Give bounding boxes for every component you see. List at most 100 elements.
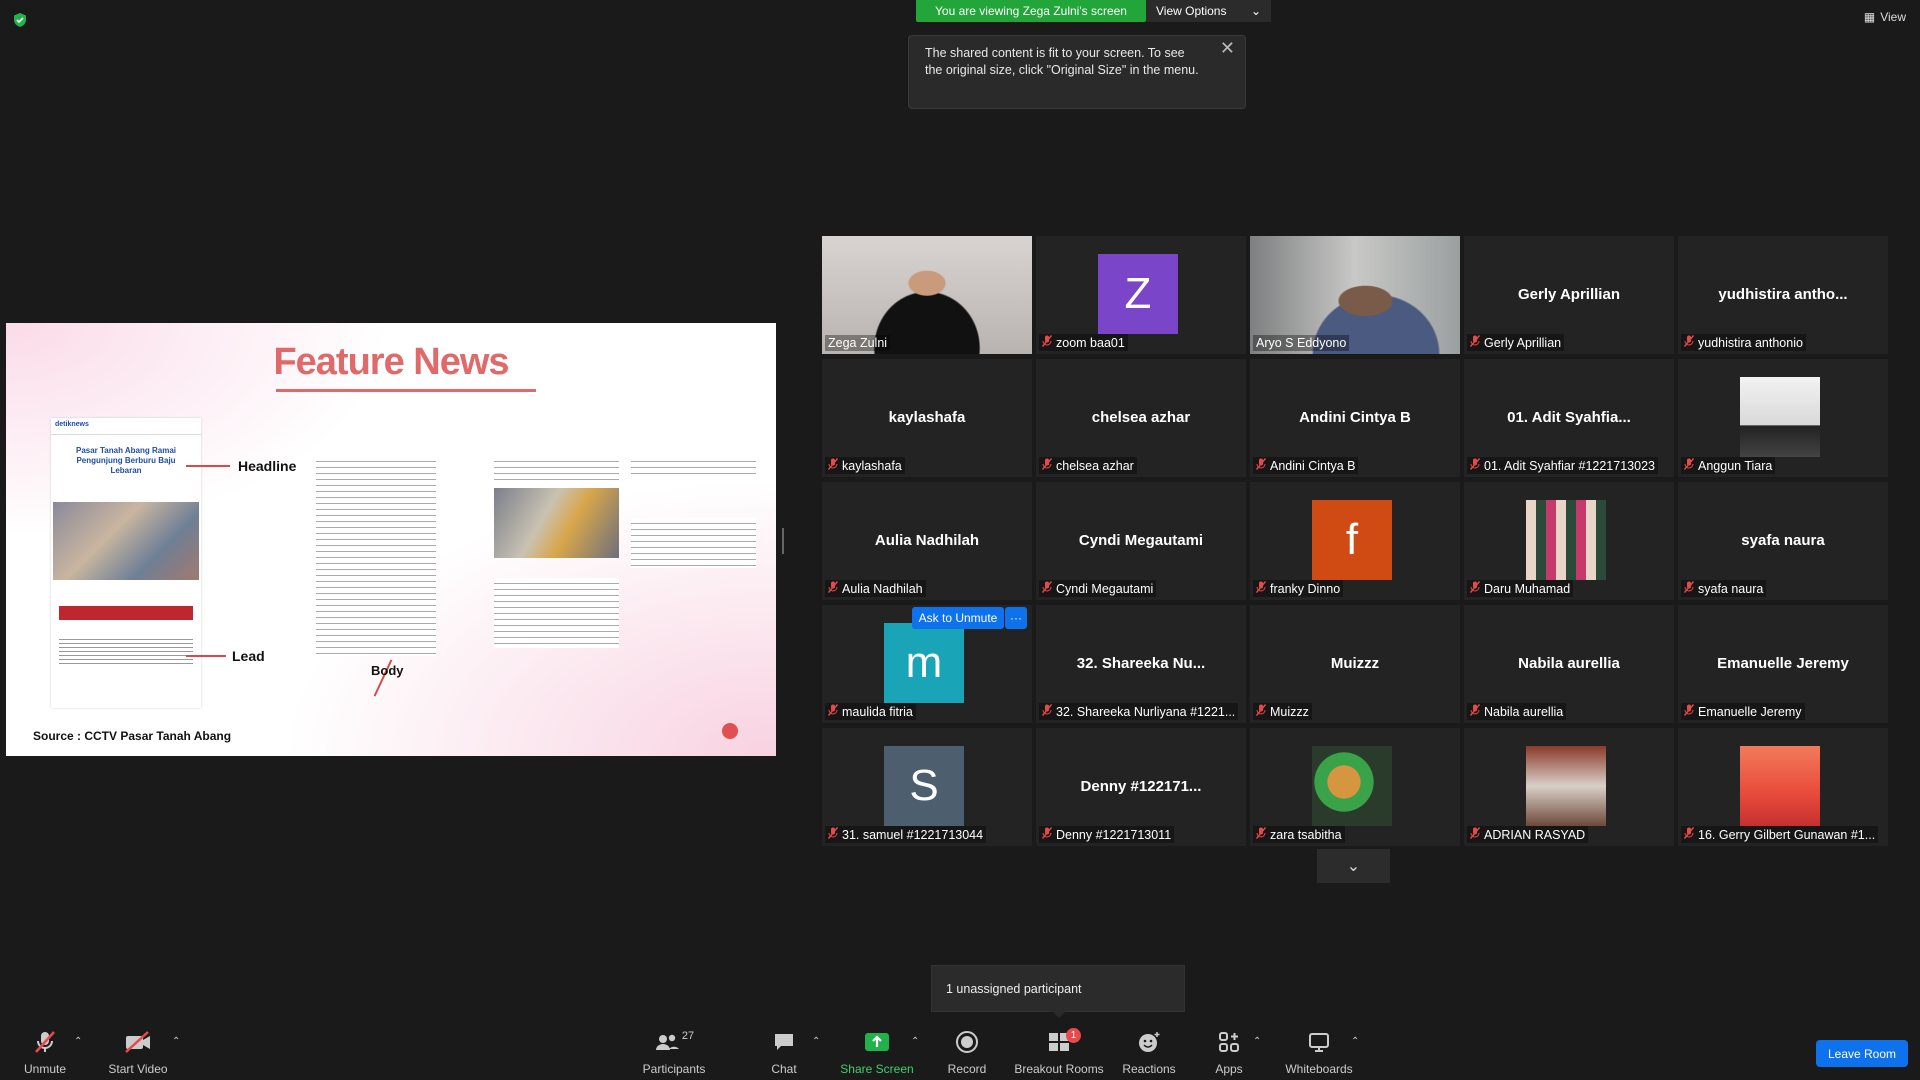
participant-tile[interactable]: S 31. samuel #1221713044 [822, 728, 1032, 846]
participant-name: syafa naura [1698, 581, 1764, 596]
participant-name-label: 32. Shareeka Nurliyana #1221... [1039, 703, 1239, 720]
article-brand: detiknews [55, 421, 89, 428]
muted-mic-icon [1683, 581, 1695, 596]
profile-picture [1526, 746, 1606, 826]
participant-display-name: Nabila aurellia [1518, 655, 1620, 672]
participants-label: Participants [642, 1062, 706, 1076]
participant-name-label: zara tsabitha [1253, 826, 1345, 843]
record-label: Record [947, 1062, 987, 1076]
participant-tile[interactable]: Aryo S Eddyono [1250, 236, 1460, 354]
whiteboards-caret-icon[interactable]: ⌃ [1351, 1036, 1359, 1047]
next-page-button[interactable]: ⌄ [1317, 849, 1390, 883]
participant-name-label: ADRIAN RASYAD [1467, 826, 1589, 843]
article-body-col3 [631, 518, 756, 568]
participant-tile[interactable]: Cyndi Megautami Cyndi Megautami [1036, 482, 1246, 600]
participant-tile[interactable]: ADRIAN RASYAD [1464, 728, 1674, 846]
participant-tile[interactable]: syafa naura syafa naura [1678, 482, 1888, 600]
fit-screen-tooltip: The shared content is fit to your screen… [908, 35, 1246, 109]
unassigned-text: 1 unassigned participant [946, 981, 1082, 996]
label-body: Body [371, 663, 404, 678]
participant-tile[interactable]: zara tsabitha [1250, 728, 1460, 846]
participants-button[interactable]: 27 Participants [629, 1030, 719, 1076]
participant-name: Denny #1221713011 [1056, 827, 1172, 842]
participant-name-label: yudhistira anthonio [1681, 334, 1806, 351]
participant-name-label: Emanuelle Jeremy [1681, 703, 1805, 720]
view-button[interactable]: ▦ View [1864, 10, 1906, 24]
participant-name-label: 31. samuel #1221713044 [825, 826, 987, 843]
participant-tile[interactable]: 16. Gerry Gilbert Gunawan #1... [1678, 728, 1888, 846]
start-video-button[interactable]: Start Video [93, 1030, 183, 1076]
participant-name-label: Nabila aurellia [1467, 703, 1567, 720]
muted-mic-icon [827, 581, 839, 596]
share-screen-label: Share Screen [840, 1062, 914, 1076]
participant-tile[interactable]: Anggun Tiara [1678, 359, 1888, 477]
chat-caret-icon[interactable]: ⌃ [812, 1036, 820, 1047]
participants-count: 27 [681, 1030, 695, 1042]
participant-name: Anggun Tiara [1698, 458, 1773, 473]
next-slide-icon [722, 723, 738, 739]
article-title: Pasar Tanah Abang Ramai Pengunjung Berbu… [75, 446, 177, 475]
reactions-button[interactable]: Reactions [1104, 1030, 1194, 1076]
participant-name: Zega Zulni [828, 336, 888, 350]
participant-tile[interactable]: Daru Muhamad [1464, 482, 1674, 600]
participant-tile[interactable]: Denny #122171... Denny #1221713011 [1036, 728, 1246, 846]
participant-name: ADRIAN RASYAD [1484, 827, 1586, 842]
participant-tile[interactable]: yudhistira antho... yudhistira anthonio [1678, 236, 1888, 354]
unmute-label: Unmute [23, 1062, 67, 1076]
slide-source: Source : CCTV Pasar Tanah Abang [33, 729, 232, 743]
participant-tile[interactable]: 32. Shareeka Nu... 32. Shareeka Nurliyana… [1036, 605, 1246, 723]
participant-name-label: syafa naura [1681, 580, 1767, 597]
muted-mic-icon [1255, 581, 1267, 596]
participant-display-name: Muizzz [1330, 655, 1380, 672]
close-icon[interactable]: ✕ [1220, 39, 1235, 57]
view-options-label: View Options [1156, 4, 1227, 18]
breakout-rooms-button[interactable]: 1 Breakout Rooms [1013, 1028, 1105, 1076]
participant-tile[interactable]: Aulia Nadhilah Aulia Nadhilah [822, 482, 1032, 600]
ask-to-unmute-button[interactable]: Ask to Unmute [912, 607, 1004, 629]
record-button[interactable]: Record [922, 1030, 1012, 1076]
security-shield-icon[interactable] [12, 12, 28, 28]
participant-name: 31. samuel #1221713044 [842, 827, 984, 842]
video-caret-icon[interactable]: ⌃ [172, 1036, 180, 1047]
share-screen-button[interactable]: Share Screen [832, 1030, 922, 1076]
avatar: Z [1098, 254, 1178, 334]
apps-caret-icon[interactable]: ⌃ [1253, 1036, 1261, 1047]
participant-display-name: Aulia Nadhilah [874, 532, 980, 549]
share-screen-icon [832, 1030, 922, 1054]
chevron-down-icon: ⌄ [1346, 858, 1361, 875]
participant-tile[interactable]: Andini Cintya B Andini Cintya B [1250, 359, 1460, 477]
leave-room-button[interactable]: Leave Room [1816, 1040, 1908, 1067]
participant-display-name: Denny #122171... [1080, 778, 1202, 795]
participant-name: Daru Muhamad [1484, 581, 1571, 596]
participant-tile[interactable]: kaylashafa kaylashafa [822, 359, 1032, 477]
participant-name: Cyndi Megautami [1056, 581, 1154, 596]
chevron-down-icon: ⌄ [1250, 4, 1261, 18]
participant-tile[interactable]: Zega Zulni [822, 236, 1032, 354]
unassigned-participant-popup[interactable]: 1 unassigned participant [931, 965, 1185, 1018]
participant-display-name: 32. Shareeka Nu... [1076, 655, 1206, 672]
more-options-button[interactable]: ··· [1005, 607, 1027, 629]
muted-mic-icon [1255, 704, 1267, 719]
record-icon [922, 1030, 1012, 1054]
participant-name: Aryo S Eddyono [1256, 336, 1347, 350]
arrow-lead [186, 655, 226, 657]
participant-tile[interactable]: Nabila aurellia Nabila aurellia [1464, 605, 1674, 723]
participant-tile[interactable]: chelsea azhar chelsea azhar [1036, 359, 1246, 477]
audio-caret-icon[interactable]: ⌃ [74, 1036, 82, 1047]
participant-tile[interactable]: 01. Adit Syahfia... 01. Adit Syahfiar #12… [1464, 359, 1674, 477]
chat-label: Chat [771, 1062, 797, 1076]
splitter-handle[interactable] [782, 528, 784, 554]
participant-name: Nabila aurellia [1484, 704, 1564, 719]
participant-tile[interactable]: Emanuelle Jeremy Emanuelle Jeremy [1678, 605, 1888, 723]
participant-tile[interactable]: Muizzz Muizzz [1250, 605, 1460, 723]
share-caret-icon[interactable]: ⌃ [911, 1036, 919, 1047]
participant-name: yudhistira anthonio [1698, 335, 1803, 350]
participant-tile[interactable]: Zzoom baa01 [1036, 236, 1246, 354]
participant-tile[interactable]: Gerly Aprillian Gerly Aprillian [1464, 236, 1674, 354]
muted-mic-icon [827, 458, 839, 473]
participant-tile[interactable]: f franky Dinno [1250, 482, 1460, 600]
muted-mic-icon [1683, 458, 1695, 473]
participant-name-label: franky Dinno [1253, 580, 1344, 597]
breakout-badge: 1 [1066, 1028, 1081, 1043]
view-options-button[interactable]: View Options ⌄ [1146, 0, 1271, 22]
